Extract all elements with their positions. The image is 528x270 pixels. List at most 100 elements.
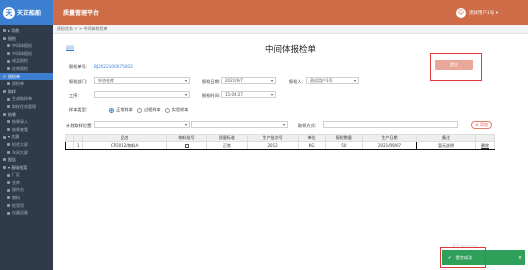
sidebar-item[interactable]: 检验大屏: [0, 141, 53, 149]
sample-method-input[interactable]: [323, 121, 458, 128]
inspect-location-sub-select[interactable]: ▾: [191, 121, 288, 128]
table-header-row: 品名 物料批号 质量标准 生产批次号 单位 报检数量 生产日期 备注: [64, 134, 495, 142]
sample-type-experiment[interactable]: 实验样本: [164, 107, 188, 113]
menu-icon: [7, 173, 10, 177]
menu-icon: [7, 82, 10, 86]
column-header: [73, 134, 84, 142]
sidebar-item[interactable]: 成品报检: [0, 57, 53, 65]
menu-icon: [7, 44, 10, 48]
chevron-down-icon: ▾: [282, 122, 285, 127]
radio-icon: [164, 107, 170, 113]
chevron-down-icon: ▾: [184, 122, 187, 127]
sidebar-item[interactable]: 结果查看: [0, 126, 53, 134]
time-label: 报检时间:: [202, 93, 221, 98]
column-header: 生产批次号: [246, 134, 299, 142]
production-date-cell: 2021/09/07: [362, 141, 417, 150]
dept-value: 外协仓库: [98, 77, 114, 83]
sidebar-item-label: 仓库: [12, 179, 20, 185]
sample-type-process[interactable]: 过程样本: [136, 107, 161, 113]
sidebar-item-label: 报告: [8, 157, 16, 163]
radio-icon: [109, 107, 115, 113]
sidebar-item[interactable]: 生成取样单: [0, 95, 53, 103]
chevron-down-icon: ▾: [184, 92, 187, 97]
chevron-down-icon: ▾: [270, 78, 273, 83]
menu-icon: [3, 74, 6, 78]
user-menu[interactable]: ☺ 测试用户1号 ▾: [455, 7, 498, 18]
sidebar-item[interactable]: 中间体报检: [0, 42, 53, 50]
sidebar-item[interactable]: 在库报检: [0, 65, 53, 73]
dept-select[interactable]: 外协仓库 ▾: [94, 77, 190, 84]
sidebar-item[interactable]: 操作台: [0, 186, 53, 194]
date-label: 报检日期:: [202, 79, 221, 84]
person-label: 报检人:: [289, 79, 303, 84]
column-header: 备注: [415, 134, 477, 142]
sidebar-item[interactable]: ▾ 基础档案: [0, 164, 53, 172]
sidebar-item[interactable]: 质检单: [0, 72, 53, 81]
sidebar-item[interactable]: 仪器设备: [0, 209, 53, 217]
material-batch-checkbox[interactable]: [165, 141, 208, 150]
dept-label: 报检部门:: [69, 79, 88, 84]
logo[interactable]: 天 天正船舶: [0, 0, 53, 25]
sidebar-item-label: ▾ 大屏: [8, 134, 20, 140]
date-input[interactable]: 2021/9/7 ▾: [221, 77, 276, 84]
sidebar-item-label: 质检单: [8, 73, 20, 79]
sidebar-item[interactable]: 取样: [0, 88, 53, 96]
sidebar-item[interactable]: 物料: [0, 194, 53, 202]
top-header: 质量管理平台 ☺ 测试用户1号 ▾: [53, 0, 528, 25]
process-select[interactable]: ▾: [94, 91, 190, 98]
menu-icon: [7, 67, 10, 71]
menu-icon: [7, 150, 10, 154]
sample-method-label: 取样方式:: [298, 123, 317, 128]
sidebar-item[interactable]: 报告: [0, 156, 53, 164]
main-panel: 返回 中间体报检单 提交 报检单号: BJ2022100075002 报检部门:…: [53, 34, 528, 270]
logo-text: 天正船舶: [17, 10, 42, 17]
submit-button[interactable]: 提交: [435, 60, 473, 70]
sidebar-item[interactable]: 结果录入: [0, 118, 53, 126]
column-header: 质量标准: [206, 134, 248, 142]
logo-mark: 天: [3, 6, 15, 19]
sidebar-item[interactable]: 检验项: [0, 202, 53, 210]
time-input[interactable]: 15:04:27 ▾: [221, 91, 276, 98]
user-name: 测试用户1号 ▾: [468, 10, 498, 16]
sidebar-item[interactable]: 取样任务管理: [0, 103, 53, 111]
app-title: 质量管理平台: [63, 10, 100, 17]
menu-icon: [7, 143, 10, 147]
close-icon[interactable]: ×: [518, 255, 522, 261]
sidebar-item[interactable]: 厂区: [0, 171, 53, 179]
menu-icon: [7, 181, 10, 185]
sidebar-item[interactable]: 车间大屏: [0, 149, 53, 157]
menu-icon: [7, 97, 10, 101]
sidebar-item-label: 厂区: [12, 172, 20, 178]
menu-icon: [3, 165, 6, 169]
sidebar-item[interactable]: ▾ 大屏: [0, 133, 53, 141]
delete-link[interactable]: 删除: [475, 141, 495, 150]
doc-no-value: BJ2022100075002: [94, 64, 133, 69]
sample-type-normal[interactable]: 正常样本: [109, 107, 133, 113]
menu-icon: [3, 36, 6, 40]
breadcrumb: 质检任务 > > 中间体检验单: [53, 25, 528, 34]
add-row-button[interactable]: ⊕ 添加: [471, 121, 492, 129]
inspect-location-select[interactable]: ▾: [94, 121, 190, 128]
radio-icon: [136, 107, 142, 113]
sidebar-item[interactable]: 结果: [0, 111, 53, 119]
menu-icon: [7, 188, 10, 192]
product-name-cell[interactable]: CP2012/物料A: [82, 141, 167, 150]
sidebar-item[interactable]: 质检单: [0, 80, 53, 88]
chevron-down-icon: ▾: [184, 78, 187, 83]
sidebar-item[interactable]: 仓库: [0, 179, 53, 187]
sidebar-item[interactable]: 报检: [0, 35, 53, 43]
sidebar-item-label: 成品报检: [12, 58, 28, 64]
sidebar-item[interactable]: 中间体报检: [0, 50, 53, 58]
chevron-down-icon: ▾: [270, 92, 273, 97]
sidebar-item[interactable]: ▸ 导航: [0, 27, 53, 35]
detail-table: 品名 物料批号 质量标准 生产批次号 单位 报检数量 生产日期 备注 1 CP2…: [64, 134, 495, 150]
sidebar-item-label: 仪器设备: [12, 210, 28, 216]
person-select[interactable]: 测试用户1号 ▾: [306, 77, 359, 84]
batch-no-cell: 2012: [246, 141, 299, 150]
column-header: [64, 134, 75, 142]
table-row[interactable]: 1 CP2012/物料A 正常 2012 KG 50 2021/09/07 暂无…: [64, 141, 495, 150]
sample-type-label: 样本类型:: [69, 107, 88, 112]
quality-standard-cell: 正常: [206, 141, 248, 150]
toast-highlight: [440, 247, 486, 268]
inspect-location-label: 计划取样位置:: [66, 123, 93, 128]
